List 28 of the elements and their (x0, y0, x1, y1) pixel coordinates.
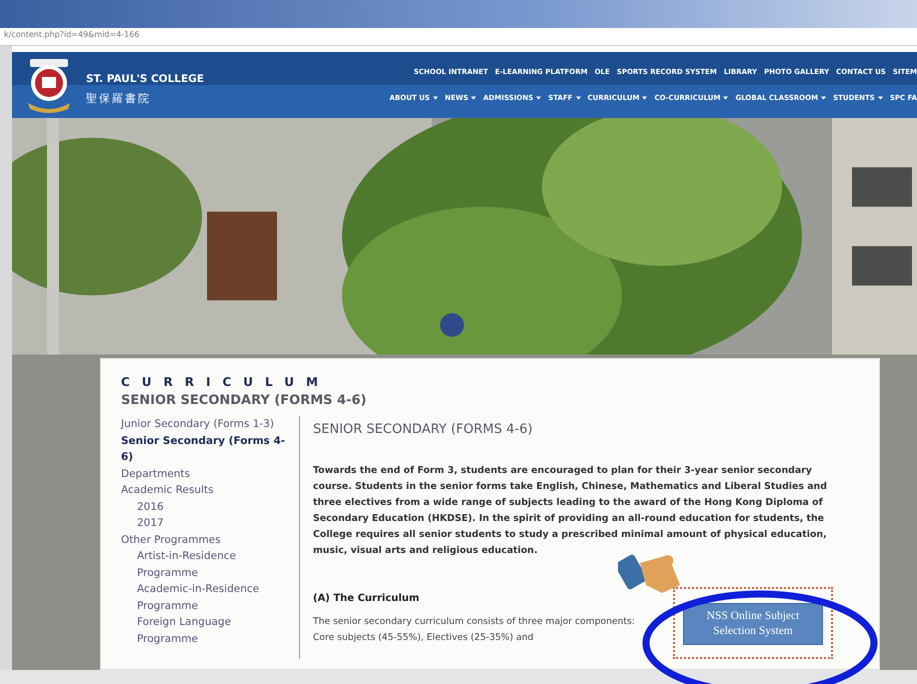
sidebar-item[interactable]: Junior Secondary (Forms 1-3) (121, 416, 293, 432)
school-name[interactable]: ST. PAUL'S COLLEGE (86, 72, 236, 84)
sidebar-item[interactable]: Artist-in-Residence Programme (121, 548, 293, 581)
sidebar-item[interactable]: Academic-in-Residence Programme (121, 581, 293, 614)
caret-icon (432, 96, 438, 100)
subject-selection-button[interactable]: NSS Online Subject Selection System (683, 603, 823, 645)
section-subtitle: SENIOR SECONDARY (FORMS 4-6) (121, 393, 368, 408)
caret-icon (821, 96, 826, 100)
section-title: CURRICULUM (121, 375, 331, 389)
school-chinese-name[interactable]: 聖保羅書院 (86, 90, 236, 106)
sidebar-item[interactable]: Other Programmes (121, 532, 293, 548)
sidebar-item[interactable]: 2016 (121, 498, 293, 515)
sidebar-item[interactable]: 2017 (121, 515, 293, 532)
sidebar-item[interactable]: Senior Secondary (Forms 4-6) (121, 432, 293, 466)
caret-icon (576, 96, 581, 100)
caret-icon (471, 96, 476, 100)
article-heading: SENIOR SECONDARY (FORMS 4-6) (313, 422, 534, 437)
caret-icon (642, 96, 648, 100)
caret-icon (723, 96, 728, 100)
body-paragraph: The senior secondary curriculum consists of three major components: Core subjects (45-55%), Electives (25-35%) and (313, 615, 636, 645)
sidebar-item[interactable]: Academic Results (121, 482, 293, 498)
sidebar-item[interactable]: Departments (121, 466, 293, 482)
intro-paragraph: Towards the end of Form 3, students are encouraged to plan for their 3-year senior secondary course. Students in the senior forms take English, Chinese, Mathematics and Liberal Studies and three electives from a wide range of subjects leading to the award of the Hong Kong Diploma of Secondary Education (HKDSE). In the spirit of providing an all-round education for students, the College requires all senior students to study a prescribed minimal amount of physical education, music, visual arts and religious education. (313, 464, 828, 558)
address-bar[interactable]: k/content.php?id=49&mid=4-166 (0, 28, 917, 46)
sidebar-item[interactable]: Foreign Language Programme (121, 614, 293, 647)
caret-icon (536, 96, 542, 100)
article-subheading: (A) The Curriculum (313, 593, 420, 604)
caret-icon (878, 96, 883, 100)
